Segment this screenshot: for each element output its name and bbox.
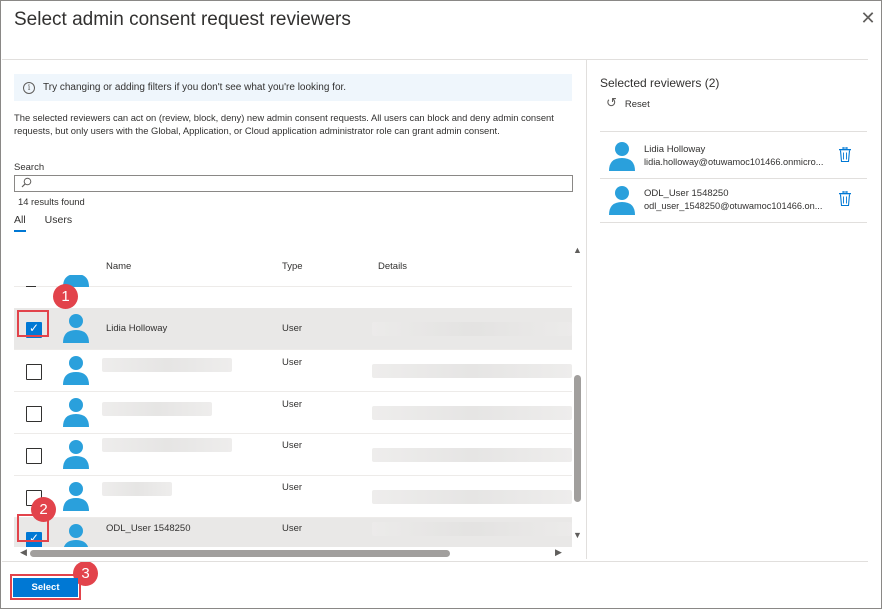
table-row[interactable]: Lidia Holloway User (14, 308, 572, 350)
description-text: The selected reviewers can act on (revie… (14, 112, 554, 136)
info-icon: i (23, 81, 35, 94)
search-input[interactable] (35, 177, 565, 190)
table-row[interactable]: User (14, 434, 572, 476)
scroll-left-icon[interactable]: ◀ (20, 547, 27, 558)
redacted-name (102, 438, 232, 452)
reviewer-name: Lidia Holloway (644, 144, 706, 155)
row-name: ODL_User 1548250 (106, 523, 191, 534)
user-avatar-icon (63, 397, 89, 427)
search-icon (21, 177, 32, 192)
user-avatar-icon (63, 523, 89, 547)
scroll-up-icon[interactable]: ▲ (573, 245, 582, 255)
selected-reviewers-title: Selected reviewers (2) (600, 76, 720, 90)
panel-divider (600, 222, 867, 223)
tab-all[interactable]: All (14, 214, 26, 232)
panel-divider (586, 59, 587, 559)
vertical-scrollbar[interactable]: ▲ ▼ (572, 244, 584, 542)
user-avatar-icon (63, 439, 89, 469)
user-avatar-icon (609, 141, 635, 171)
table-row[interactable] (14, 245, 572, 287)
callout-badge: 2 (31, 497, 56, 522)
panel-divider (600, 131, 867, 132)
horizontal-scroll-thumb[interactable] (30, 550, 450, 557)
redacted-details (372, 322, 572, 336)
redacted-details (372, 364, 572, 378)
redacted-name (102, 402, 212, 416)
filter-tabs: All Users (14, 214, 72, 232)
table-row[interactable]: User (14, 392, 572, 434)
info-bar: i Try changing or adding filters if you … (14, 74, 572, 101)
reviewer-email: odl_user_1548250@otuwamoc101466.on... (644, 201, 823, 211)
close-icon[interactable]: ✕ (859, 9, 877, 27)
header-divider (2, 59, 868, 60)
selected-reviewer: ODL_User 1548250 odl_user_1548250@otuwam… (600, 179, 867, 221)
vertical-scroll-thumb[interactable] (574, 375, 581, 502)
row-checkbox[interactable] (26, 448, 42, 464)
tab-users[interactable]: Users (45, 214, 72, 232)
select-button[interactable]: Select (13, 578, 78, 597)
row-type: User (282, 357, 303, 368)
user-avatar-icon (63, 313, 89, 343)
search-box[interactable] (14, 175, 573, 192)
checkbox-edge (26, 286, 36, 287)
row-type: User (282, 323, 303, 334)
info-text: Try changing or adding filters if you do… (43, 82, 347, 93)
row-type: User (282, 399, 303, 410)
scroll-right-icon[interactable]: ▶ (555, 547, 562, 558)
callout-badge: 1 (53, 284, 78, 309)
reset-label: Reset (624, 98, 650, 110)
footer-divider (2, 561, 868, 562)
reset-button[interactable]: ↺ Reset (606, 96, 650, 111)
row-checkbox[interactable] (26, 406, 42, 422)
selected-reviewer: Lidia Holloway lidia.holloway@otuwamoc10… (600, 135, 867, 177)
undo-icon: ↺ (606, 96, 617, 111)
table-row[interactable]: User (14, 350, 572, 392)
redacted-name (102, 358, 232, 372)
table-row[interactable]: User (14, 476, 572, 518)
search-label: Search (14, 162, 45, 173)
redacted-details (372, 490, 572, 504)
redacted-details (372, 522, 572, 536)
horizontal-scrollbar[interactable]: ◀ ▶ (14, 547, 572, 559)
user-avatar-icon (609, 185, 635, 215)
dialog-title: Select admin consent request reviewers (14, 9, 351, 30)
delete-icon[interactable] (839, 190, 851, 207)
results-table: Name Type Details Lidia Holloway User (14, 244, 572, 547)
dialog: Select admin consent request reviewers ✕… (0, 0, 882, 609)
row-type: User (282, 440, 303, 451)
reviewer-email: lidia.holloway@otuwamoc101466.onmicro... (644, 157, 824, 167)
row-checkbox[interactable] (26, 364, 42, 380)
row-type: User (282, 482, 303, 493)
callout-highlight (17, 310, 49, 337)
redacted-details (372, 406, 572, 420)
redacted-details (372, 448, 572, 462)
reviewer-name: ODL_User 1548250 (644, 188, 729, 199)
table-row[interactable]: ODL_User 1548250 User (14, 518, 572, 547)
user-avatar-icon (63, 481, 89, 511)
delete-icon[interactable] (839, 146, 851, 163)
redacted-name (102, 482, 172, 496)
row-type: User (282, 523, 303, 534)
scroll-down-icon[interactable]: ▼ (573, 530, 582, 540)
row-name: Lidia Holloway (106, 323, 168, 334)
user-avatar-icon (63, 355, 89, 385)
results-count: 14 results found (18, 196, 85, 207)
